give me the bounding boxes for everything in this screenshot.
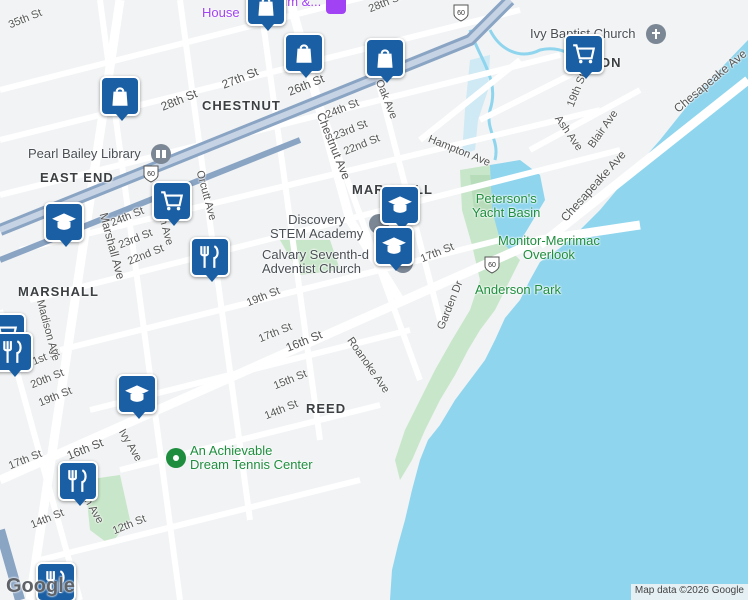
- restaurant-icon[interactable]: [190, 237, 230, 282]
- neighborhood-label: MARSHALL: [18, 284, 99, 299]
- svg-text:60: 60: [488, 262, 496, 269]
- school-icon[interactable]: [117, 374, 157, 419]
- place-label[interactable]: Calvary Seventh-d Adventist Church: [262, 248, 369, 276]
- shopping-bag-icon[interactable]: [100, 76, 140, 121]
- route-shield-icon: 60: [453, 4, 469, 22]
- school-icon[interactable]: [374, 226, 414, 271]
- map-canvas[interactable]: 60 60 60 CHESTNUT EAST END MARSHALL REED…: [0, 0, 748, 600]
- cart-icon[interactable]: [564, 34, 604, 79]
- school-icon[interactable]: [44, 202, 84, 247]
- restaurant-icon[interactable]: [0, 332, 33, 377]
- restaurant-icon[interactable]: [58, 461, 98, 506]
- library-icon[interactable]: [151, 144, 171, 164]
- svg-text:60: 60: [147, 171, 155, 178]
- shopping-bag-icon[interactable]: [284, 33, 324, 78]
- shopping-bag-icon[interactable]: [365, 38, 405, 83]
- tennis-icon[interactable]: [166, 448, 186, 468]
- google-logo: Google: [6, 575, 75, 597]
- park-label[interactable]: Anderson Park: [475, 283, 561, 296]
- place-label[interactable]: um &...: [280, 0, 321, 8]
- neighborhood-label: EAST END: [40, 170, 114, 185]
- svg-text:60: 60: [457, 10, 465, 17]
- place-label[interactable]: House: [202, 6, 240, 19]
- park-label[interactable]: Monitor-Merrimac Overlook: [498, 234, 600, 262]
- school-icon[interactable]: [380, 185, 420, 230]
- park-label[interactable]: Peterson's Yacht Basin: [472, 192, 540, 220]
- museum-icon[interactable]: [326, 0, 346, 14]
- place-label[interactable]: Pearl Bailey Library: [28, 147, 141, 160]
- neighborhood-label: CHESTNUT: [202, 98, 281, 113]
- shopping-bag-icon[interactable]: [246, 0, 286, 31]
- cross-icon[interactable]: [646, 24, 666, 44]
- place-label[interactable]: Discovery STEM Academy: [270, 213, 363, 241]
- map-attribution[interactable]: Map data ©2026 Google: [630, 584, 748, 600]
- cart-icon[interactable]: [152, 181, 192, 226]
- park-label[interactable]: An Achievable Dream Tennis Center: [190, 444, 313, 472]
- neighborhood-label: REED: [306, 401, 347, 416]
